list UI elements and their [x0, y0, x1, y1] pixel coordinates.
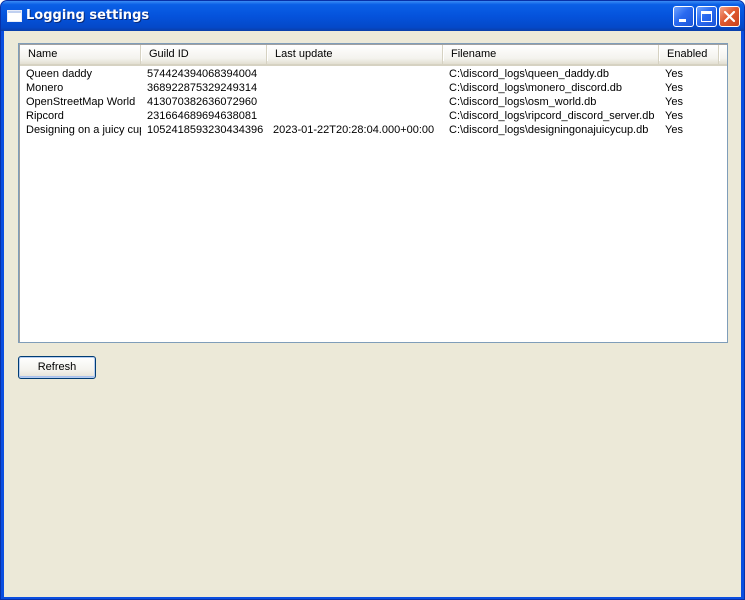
cell-filename: C:\discord_logs\monero_discord.db — [449, 82, 623, 94]
cell-name: Designing on a juicy cup — [26, 124, 141, 136]
cell-filename: C:\discord_logs\ripcord_discord_server.d… — [449, 110, 655, 122]
cell-last-update — [267, 95, 443, 109]
logging-settings-window: Logging settings Name Guild ID Last upda… — [0, 0, 745, 600]
minimize-button[interactable] — [673, 6, 694, 27]
cell-guild-id: 231664689694638081 — [147, 110, 258, 122]
minimize-icon — [679, 19, 686, 22]
cell-last-update — [267, 109, 443, 123]
list-body: Queen daddy 574424394068394004 C:\discor… — [20, 67, 727, 137]
cell-name: Queen daddy — [26, 68, 93, 80]
cell-guild-id: 368922875329249314 — [147, 82, 258, 94]
cell-last-update — [267, 81, 443, 95]
refresh-button[interactable]: Refresh — [18, 356, 96, 379]
table-row[interactable]: Queen daddy 574424394068394004 C:\discor… — [20, 67, 727, 81]
table-row[interactable]: Ripcord 231664689694638081 C:\discord_lo… — [20, 109, 727, 123]
cell-enabled: Yes — [665, 82, 683, 94]
table-row[interactable]: Designing on a juicy cup 105241859323043… — [20, 123, 727, 137]
list-header: Name Guild ID Last update Filename Enabl… — [20, 45, 727, 66]
cell-enabled: Yes — [665, 96, 683, 108]
column-header-last-update[interactable]: Last update — [267, 45, 444, 64]
cell-filename: C:\discord_logs\designingonajuicycup.db — [449, 124, 649, 136]
cell-enabled: Yes — [665, 110, 683, 122]
cell-last-update: 2023-01-22T20:28:04.000+00:00 — [273, 124, 435, 136]
guild-list[interactable]: Name Guild ID Last update Filename Enabl… — [18, 43, 728, 343]
maximize-button[interactable] — [696, 6, 717, 27]
window-icon — [7, 10, 22, 22]
column-header-name[interactable]: Name — [20, 45, 142, 64]
client-area: Name Guild ID Last update Filename Enabl… — [4, 31, 741, 597]
maximize-icon — [701, 11, 712, 22]
close-button[interactable] — [719, 6, 740, 27]
cell-enabled: Yes — [665, 68, 683, 80]
column-header-guild-id[interactable]: Guild ID — [141, 45, 268, 64]
column-header-filename[interactable]: Filename — [443, 45, 660, 64]
table-row[interactable]: OpenStreetMap World 413070382636072960 C… — [20, 95, 727, 109]
table-row[interactable]: Monero 368922875329249314 C:\discord_log… — [20, 81, 727, 95]
cell-guild-id: 413070382636072960 — [147, 96, 258, 108]
close-icon — [723, 10, 736, 23]
cell-name: OpenStreetMap World — [26, 96, 136, 108]
cell-enabled: Yes — [665, 124, 683, 136]
column-header-enabled[interactable]: Enabled — [659, 45, 720, 64]
cell-name: Ripcord — [26, 110, 64, 122]
cell-filename: C:\discord_logs\osm_world.db — [449, 96, 597, 108]
cell-name: Monero — [26, 82, 64, 94]
cell-guild-id: 1052418593230434396 — [147, 124, 264, 136]
window-title: Logging settings — [26, 8, 150, 23]
cell-last-update — [267, 67, 443, 81]
cell-guild-id: 574424394068394004 — [147, 68, 258, 80]
title-bar[interactable]: Logging settings — [1, 1, 744, 31]
cell-filename: C:\discord_logs\queen_daddy.db — [449, 68, 610, 80]
